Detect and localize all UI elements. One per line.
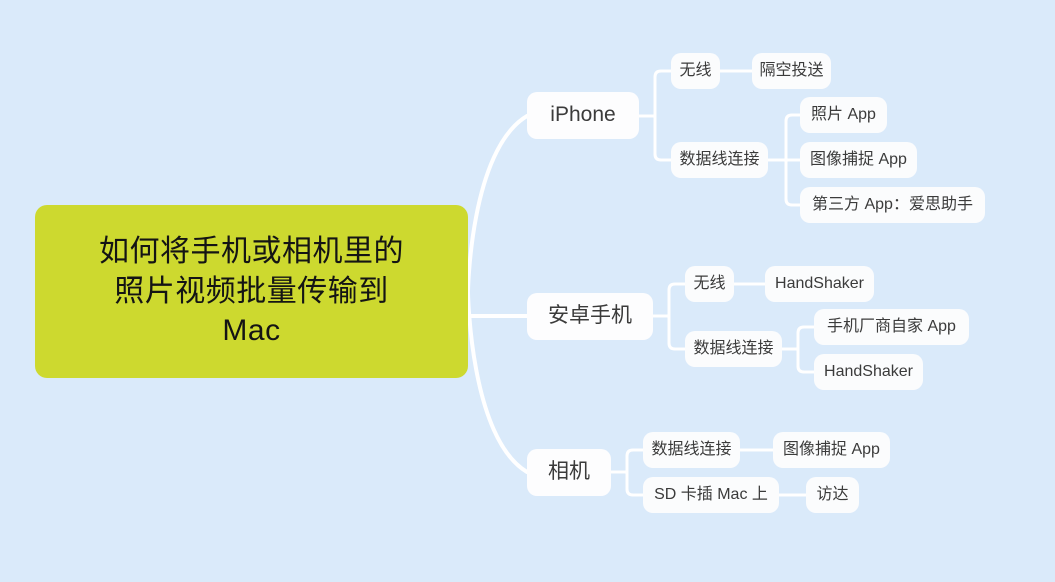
connector-camera-elbow-cable [625, 448, 645, 474]
sub-node-android-cable[interactable]: 数据线连接 [685, 331, 782, 367]
connector-cable-thirdparty [784, 158, 802, 207]
connector-androidcable-oem [796, 325, 816, 351]
leaf-node-image-capture-app-2[interactable]: 图像捕捉 App [773, 432, 890, 468]
connector-camera-elbow-sd [625, 470, 645, 497]
connector-android-elbow-wireless [667, 282, 687, 318]
leaf-node-handshaker-cable[interactable]: HandShaker [814, 354, 923, 390]
leaf-node-photos-app[interactable]: 照片 App [800, 97, 887, 133]
sub-node-sd-card[interactable]: SD 卡插 Mac 上 [643, 477, 779, 513]
branch-node-android[interactable]: 安卓手机 [527, 293, 653, 340]
connector-root-camera [466, 290, 529, 474]
connector-androidcable-handshaker [796, 347, 816, 374]
leaf-node-image-capture-app[interactable]: 图像捕捉 App [800, 142, 917, 178]
sub-node-camera-cable[interactable]: 数据线连接 [643, 432, 740, 468]
branch-node-iphone[interactable]: iPhone [527, 92, 639, 139]
root-node[interactable]: 如何将手机或相机里的 照片视频批量传输到 Mac [35, 205, 468, 378]
leaf-node-third-party-app[interactable]: 第三方 App：爱思助手 [800, 187, 985, 223]
root-line-2: 照片视频批量传输到 [114, 274, 389, 308]
root-line-1: 如何将手机或相机里的 [99, 234, 404, 268]
leaf-node-handshaker-wireless[interactable]: HandShaker [765, 266, 874, 302]
leaf-node-finder[interactable]: 访达 [806, 477, 859, 513]
connector-iphone-elbow-wireless [653, 69, 673, 118]
connector-iphone-elbow-cable [653, 114, 673, 162]
connector-cable-photos [784, 113, 802, 162]
sub-node-iphone-wireless[interactable]: 无线 [671, 53, 720, 89]
leaf-node-airdrop[interactable]: 隔空投送 [752, 53, 831, 89]
branch-node-camera[interactable]: 相机 [527, 449, 611, 496]
connector-root-android [466, 290, 529, 318]
connector-root-iphone [466, 114, 529, 294]
mindmap-canvas: 如何将手机或相机里的 照片视频批量传输到 Mac iPhone 无线 隔空投送 … [0, 0, 1055, 582]
sub-node-android-wireless[interactable]: 无线 [685, 266, 734, 302]
leaf-node-oem-app[interactable]: 手机厂商自家 App [814, 309, 969, 345]
connector-android-elbow-cable [667, 314, 687, 351]
sub-node-iphone-cable[interactable]: 数据线连接 [671, 142, 768, 178]
root-line-3: Mac [222, 314, 281, 348]
